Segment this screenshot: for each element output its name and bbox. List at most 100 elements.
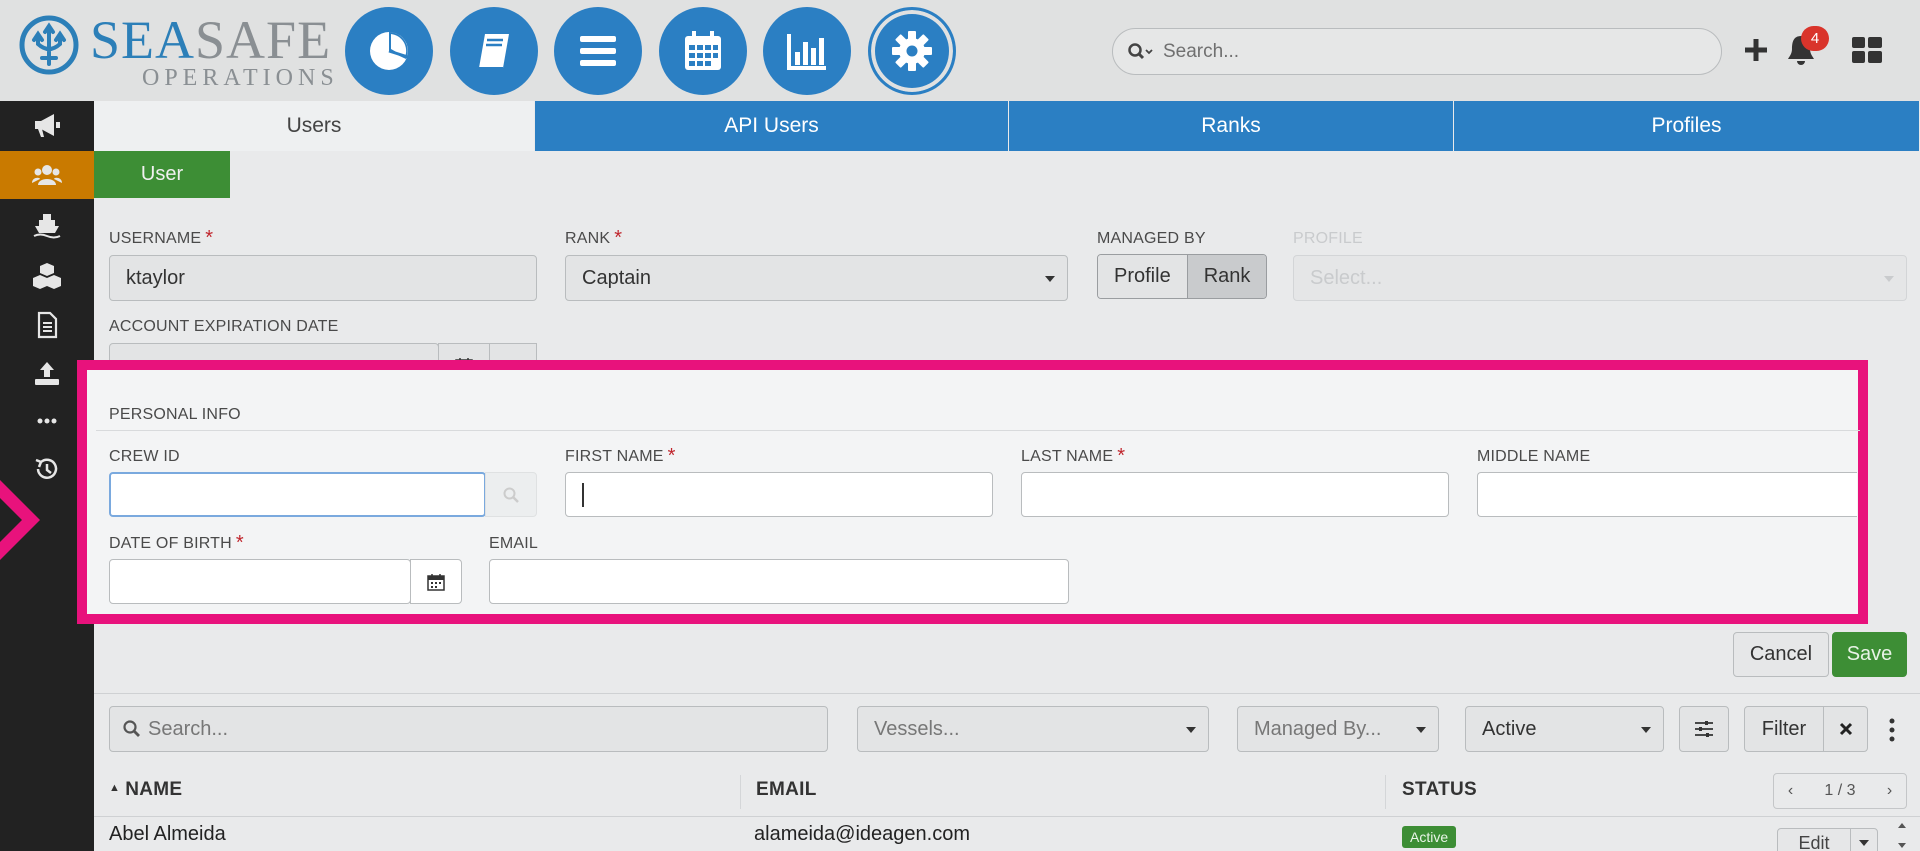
column-header-email[interactable]: EMAIL — [756, 779, 817, 801]
tab-users[interactable]: Users — [94, 101, 535, 151]
chevron-down-icon — [1859, 840, 1869, 846]
nav-dashboard[interactable] — [345, 7, 433, 95]
chevron-down-icon — [1045, 276, 1055, 282]
more-options-button[interactable] — [1885, 716, 1899, 744]
scroll-arrows-icon — [1898, 823, 1906, 848]
calendar-icon — [685, 31, 721, 70]
first-name-field[interactable] — [565, 472, 993, 517]
middle-name-field[interactable] — [1477, 472, 1857, 517]
nav-settings[interactable] — [868, 7, 956, 95]
gear-icon — [892, 31, 932, 71]
tab-profiles[interactable]: Profiles — [1454, 101, 1920, 151]
crew-id-label: CREW ID — [109, 448, 180, 465]
row-name: Abel Almeida — [109, 823, 226, 845]
filter-settings-button[interactable] — [1679, 706, 1729, 752]
apps-grid-button[interactable] — [1847, 30, 1887, 70]
ellipsis-icon — [37, 418, 57, 424]
logo-text: SEASAFE — [90, 10, 332, 70]
history-icon — [35, 458, 58, 479]
app-header: SEASAFE OPERATIONS 4 — [0, 0, 1920, 101]
clear-filter-button[interactable] — [1823, 706, 1868, 752]
bars-icon — [580, 36, 616, 66]
edit-dropdown-button[interactable] — [1850, 828, 1878, 851]
sidebar-item-users[interactable] — [0, 151, 94, 199]
subtab-user[interactable]: User — [94, 151, 230, 198]
chevron-down-icon — [1186, 727, 1196, 733]
dob-label: DATE OF BIRTH * — [109, 532, 244, 554]
notification-badge: 4 — [1801, 26, 1829, 51]
megaphone-icon — [35, 114, 60, 137]
nav-reports[interactable] — [763, 7, 851, 95]
nav-menu[interactable] — [554, 7, 642, 95]
chevron-down-icon — [1884, 276, 1894, 282]
filter-button[interactable]: Filter — [1744, 706, 1824, 752]
global-search-input[interactable] — [1163, 40, 1683, 63]
logo-subtitle: OPERATIONS — [142, 65, 339, 91]
username-field[interactable]: ktaylor — [109, 255, 537, 301]
scrollbar[interactable] — [1895, 820, 1909, 851]
save-button[interactable]: Save — [1832, 632, 1907, 677]
profile-label: PROFILE — [1293, 230, 1363, 247]
last-name-field[interactable] — [1021, 472, 1449, 517]
global-search[interactable] — [1112, 28, 1722, 75]
user-search-field[interactable]: Search... — [109, 706, 828, 752]
table-header: ▲ NAME EMAIL STATUS — [94, 767, 1920, 817]
sidebar-item-modules[interactable] — [0, 251, 94, 299]
chevron-down-icon — [1641, 727, 1651, 733]
page-indicator: 1 / 3 — [1824, 782, 1856, 799]
panel-divider — [96, 430, 1860, 431]
ship-icon — [33, 214, 61, 239]
nav-calendar[interactable] — [659, 7, 747, 95]
email-field[interactable] — [489, 559, 1069, 604]
bar-chart-icon — [787, 34, 826, 70]
managed-by-filter[interactable]: Managed By... — [1237, 706, 1439, 752]
nav-book[interactable] — [450, 7, 538, 95]
row-email: alameida@ideagen.com — [754, 823, 970, 845]
chevron-down-icon — [1416, 727, 1426, 733]
status-filter[interactable]: Active — [1465, 706, 1664, 752]
sort-asc-icon: ▲ — [109, 782, 121, 794]
search-icon — [503, 487, 519, 503]
email-label: EMAIL — [489, 535, 539, 552]
dob-calendar-button[interactable] — [410, 559, 462, 604]
column-header-status[interactable]: STATUS — [1402, 779, 1477, 801]
first-name-label: FIRST NAME * — [565, 445, 676, 467]
book-icon — [479, 34, 509, 69]
calendar-icon — [427, 573, 445, 591]
crew-id-field[interactable] — [109, 472, 486, 517]
cubes-icon — [33, 263, 61, 289]
next-page-button[interactable]: › — [1873, 782, 1906, 800]
column-separator — [1385, 775, 1386, 809]
tab-ranks[interactable]: Ranks — [1009, 101, 1454, 151]
crew-id-search-button[interactable] — [485, 472, 537, 517]
rank-select[interactable]: Captain — [565, 255, 1068, 301]
document-icon — [37, 311, 58, 339]
dob-field[interactable] — [109, 559, 411, 604]
add-button[interactable] — [1736, 30, 1776, 70]
managed-by-rank[interactable]: Rank — [1186, 255, 1267, 298]
tab-api-users[interactable]: API Users — [535, 101, 1009, 151]
middle-name-label: MIDDLE NAME — [1477, 448, 1591, 465]
sidebar-item-vessels[interactable] — [0, 201, 94, 249]
sidebar-item-documents[interactable] — [0, 301, 94, 349]
vessels-filter[interactable]: Vessels... — [857, 706, 1209, 752]
rank-label: RANK * — [565, 227, 623, 249]
plus-icon — [1745, 39, 1767, 61]
trident-logo-icon — [19, 15, 79, 75]
column-header-name[interactable]: ▲ NAME — [109, 779, 182, 801]
sidebar-item-announcements[interactable] — [0, 101, 94, 149]
grid-icon — [1852, 37, 1882, 63]
cancel-button[interactable]: Cancel — [1733, 632, 1829, 677]
search-icon — [1127, 41, 1157, 63]
last-name-label: LAST NAME * — [1021, 445, 1126, 467]
seasafe-logo[interactable]: SEASAFE OPERATIONS — [18, 12, 334, 90]
users-icon — [32, 165, 62, 185]
prev-page-button[interactable]: ‹ — [1774, 782, 1807, 800]
table-row[interactable]: Abel Almeida alameida@ideagen.com — [94, 817, 1920, 851]
search-icon — [123, 720, 140, 737]
profile-select[interactable]: Select... — [1293, 255, 1907, 301]
column-separator — [740, 775, 741, 809]
edit-button[interactable]: Edit — [1777, 828, 1851, 851]
managed-by-profile[interactable]: Profile — [1098, 255, 1187, 298]
pointer-arrow-icon — [0, 480, 40, 560]
